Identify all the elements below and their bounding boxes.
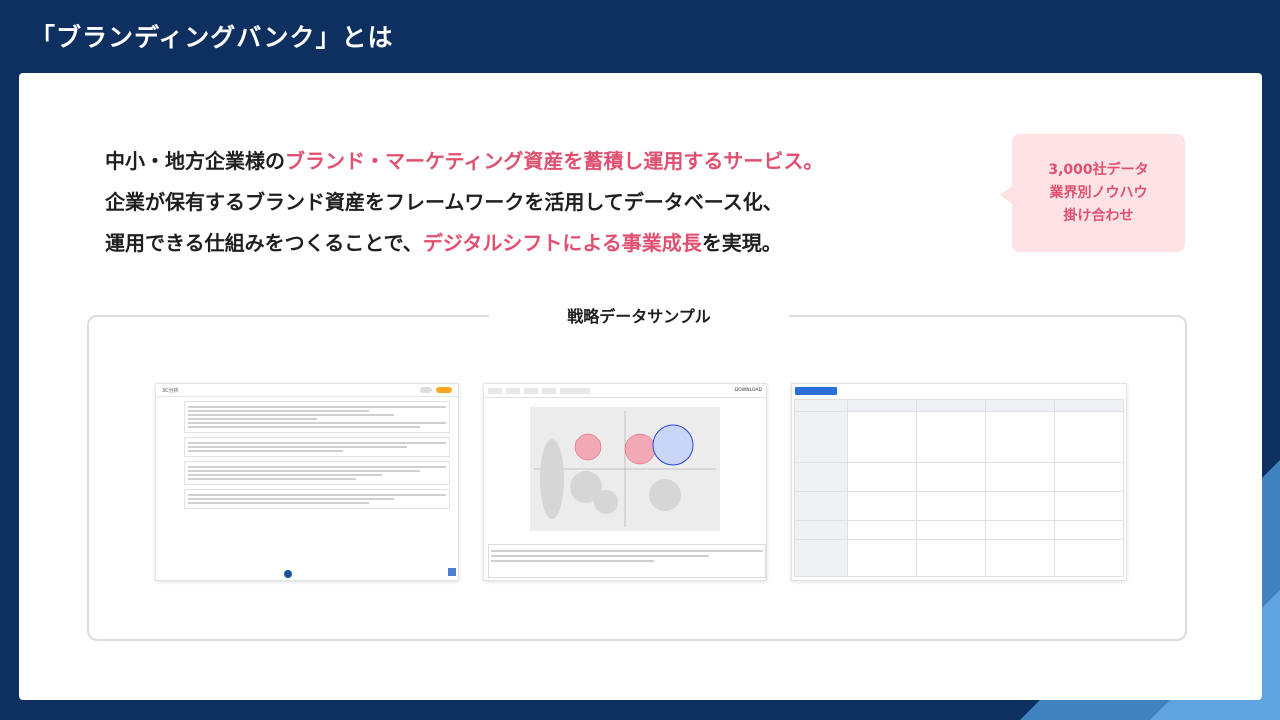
map-description <box>488 544 766 578</box>
strategy-sample-box: 戦略データサンプル 3C分析 DOWNLOAD <box>87 303 1187 641</box>
data-badge: 3,000社データ 業界別ノウハウ 掛け合わせ <box>1000 134 1185 252</box>
badge-line-2: 業界別ノウハウ <box>1049 184 1148 201</box>
scroll-icon <box>448 568 456 576</box>
content-card: 中小・地方企業様のブランド・マーケティング資産を蓄積し運用するサービス。 企業が… <box>19 73 1262 700</box>
edit-pill-icon <box>436 387 452 393</box>
template-button <box>795 387 837 395</box>
page-title: 「ブランディングバンク」とは <box>30 23 394 52</box>
toggle-icon <box>420 387 432 393</box>
badge-line-1: 3,000社データ <box>1048 161 1149 178</box>
lead-line-3: 運用できる仕組みをつくることで、デジタルシフトによる事業成長を実現。 <box>105 231 782 255</box>
badge-line-3: 掛け合わせ <box>1063 207 1134 224</box>
download-label: DOWNLOAD <box>734 388 762 393</box>
sample-screenshot-customer-journey <box>791 383 1127 581</box>
journey-table <box>794 399 1124 577</box>
sample-screenshot-positioning-map: DOWNLOAD <box>483 383 767 581</box>
shot1-header: 3C分析 <box>162 387 179 394</box>
lead-line-1: 中小・地方企業様のブランド・マーケティング資産を蓄積し運用するサービス。 <box>105 149 824 173</box>
lead-text: 中小・地方企業様のブランド・マーケティング資産を蓄積し運用するサービス。 企業が… <box>105 141 823 264</box>
positioning-map <box>530 407 720 531</box>
lead-highlight-1: ブランド・マーケティング資産を蓄積し運用するサービス。 <box>285 149 824 173</box>
lead-line-2: 企業が保有するブランド資産をフレームワークを活用してデータベース化、 <box>105 190 783 214</box>
add-icon <box>284 570 292 578</box>
lead-highlight-2: デジタルシフトによる事業成長 <box>422 231 702 255</box>
sample-screenshot-3c-analysis: 3C分析 <box>155 383 459 581</box>
sample-title: 戦略データサンプル <box>489 303 789 327</box>
